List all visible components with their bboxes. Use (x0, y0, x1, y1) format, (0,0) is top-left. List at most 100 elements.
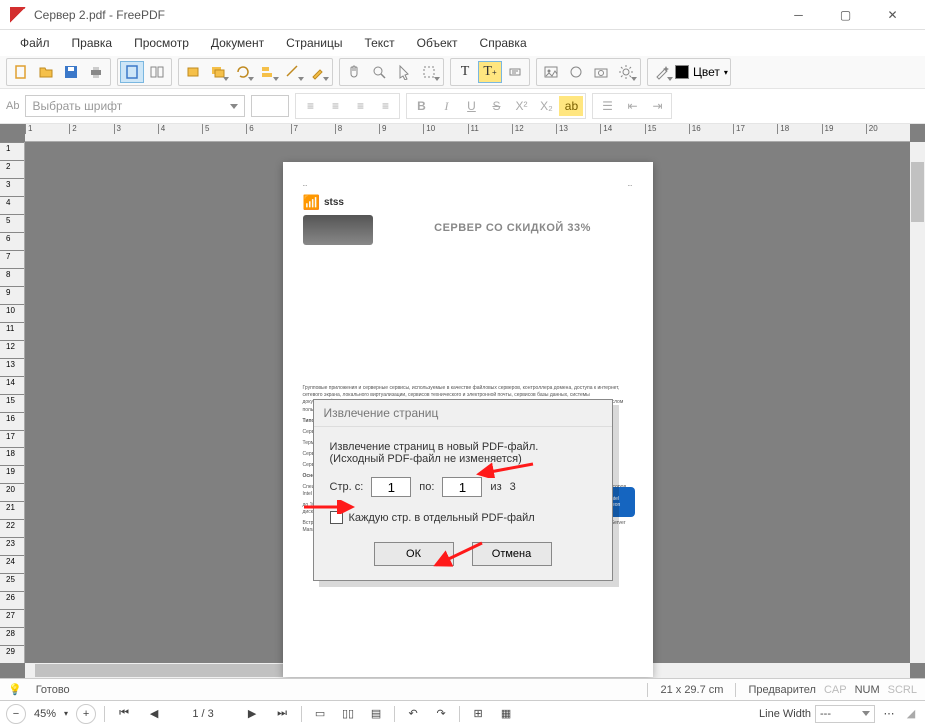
wand-icon[interactable] (650, 61, 674, 83)
underline-button[interactable]: U (459, 96, 483, 116)
print-icon[interactable] (84, 61, 108, 83)
tab-left-icon[interactable]: ⇤ (620, 96, 644, 116)
superscript-button[interactable]: X² (509, 96, 533, 116)
page-indicator[interactable]: 1 / 3 (173, 708, 233, 720)
total-pages: 3 (510, 481, 516, 493)
status-bar: 💡 Готово 21 x 29.7 cm Предварител CAP NU… (0, 678, 925, 700)
font-size-input[interactable] (251, 95, 289, 117)
menu-pages[interactable]: Страницы (276, 32, 352, 54)
bold-button[interactable]: B (409, 96, 433, 116)
status-bulb-icon: 💡 (8, 683, 22, 696)
dialog-line1: Извлечение страниц в новый PDF-файл. (330, 441, 596, 453)
linespace-icon[interactable]: ☰ (595, 96, 619, 116)
object-measure-icon[interactable] (281, 61, 305, 83)
rotate-left-icon[interactable]: ↶ (403, 704, 423, 724)
menu-file[interactable]: Файл (10, 32, 60, 54)
object-color-icon[interactable] (306, 61, 330, 83)
from-label: Стр. с: (330, 481, 364, 493)
zoom-out-button[interactable]: − (6, 704, 26, 724)
dialog-line2: (Исходный PDF-файл не изменяется) (330, 453, 596, 465)
first-page-button[interactable]: ⏮ (113, 704, 135, 724)
view-continuous-icon[interactable]: ▤ (366, 704, 386, 724)
page-brand: stss (324, 197, 344, 208)
resize-grip-icon[interactable]: ◢ (903, 707, 919, 720)
window-title: Сервер 2.pdf - FreePDF (34, 8, 165, 22)
status-preview[interactable]: Предварител (748, 684, 816, 696)
align-justify-icon[interactable]: ≡ (373, 96, 397, 116)
open-icon[interactable] (34, 61, 58, 83)
workspace: 1234567891011121314151617181920 12345678… (0, 124, 925, 678)
text-tool-icon[interactable]: T (453, 61, 477, 83)
tab-right-icon[interactable]: ⇥ (645, 96, 669, 116)
font-placeholder: Выбрать шрифт (32, 99, 122, 113)
linewidth-more-icon[interactable]: ⋯ (879, 704, 899, 724)
linewidth-select[interactable]: --- (815, 705, 875, 723)
menu-document[interactable]: Документ (201, 32, 274, 54)
object-stack-icon[interactable] (206, 61, 230, 83)
align-left-icon[interactable]: ≡ (298, 96, 322, 116)
menu-help[interactable]: Справка (470, 32, 537, 54)
shape-circle-icon[interactable] (564, 61, 588, 83)
zoom-in-button[interactable]: + (76, 704, 96, 724)
status-cap: CAP (824, 684, 847, 696)
color-swatch[interactable] (675, 65, 689, 79)
prev-page-button[interactable]: ◀ (143, 704, 165, 724)
checkbox-label: Каждую стр. в отдельный PDF-файл (349, 512, 535, 524)
annotation-arrow-ok (432, 541, 484, 571)
title-bar: Сервер 2.pdf - FreePDF ─ ▢ ✕ (0, 0, 925, 30)
object-rect-icon[interactable] (181, 61, 205, 83)
pointer-tool-icon[interactable] (392, 61, 416, 83)
close-button[interactable]: ✕ (870, 1, 915, 29)
next-page-button[interactable]: ▶ (241, 704, 263, 724)
hand-tool-icon[interactable] (342, 61, 366, 83)
to-label: по: (419, 481, 434, 493)
object-rotate-icon[interactable] (231, 61, 255, 83)
app-logo-icon (10, 7, 26, 23)
subscript-button[interactable]: X₂ (534, 96, 558, 116)
zoom-value[interactable]: 45% (34, 708, 56, 720)
text-highlight-tool-icon[interactable]: T+ (478, 61, 502, 83)
new-icon[interactable] (9, 61, 33, 83)
snap-icon[interactable]: ⊞ (468, 704, 488, 724)
last-page-button[interactable]: ⏭ (271, 704, 293, 724)
strike-button[interactable]: S (484, 96, 508, 116)
maximize-button[interactable]: ▢ (823, 1, 868, 29)
scrollbar-vertical[interactable] (910, 142, 925, 663)
view-facing-icon[interactable]: ▯▯ (338, 704, 358, 724)
camera-icon[interactable] (589, 61, 613, 83)
ruler-horizontal: 1234567891011121314151617181920 (25, 124, 910, 142)
italic-button[interactable]: I (434, 96, 458, 116)
menu-object[interactable]: Объект (407, 32, 468, 54)
color-label: Цвет (693, 65, 720, 79)
align-right-icon[interactable]: ≡ (348, 96, 372, 116)
highlight-button[interactable]: ab (559, 96, 583, 116)
font-toolbar: Ab Выбрать шрифт ≡ ≡ ≡ ≡ B I U S X² X₂ a… (0, 89, 925, 124)
minimize-button[interactable]: ─ (776, 1, 821, 29)
to-input[interactable] (442, 477, 482, 497)
annotate-tool-icon[interactable] (503, 61, 527, 83)
zoom-tool-icon[interactable] (367, 61, 391, 83)
selection-icon[interactable]: ▦ (496, 704, 516, 724)
ab-icon: Ab (6, 100, 19, 112)
view-single-icon[interactable]: ▭ (310, 704, 330, 724)
save-icon[interactable] (59, 61, 83, 83)
page-heading: СЕРВЕР СО СКИДКОЙ 33% (393, 222, 633, 234)
menu-text[interactable]: Текст (354, 32, 404, 54)
rotate-right-icon[interactable]: ↷ (431, 704, 451, 724)
gear-icon[interactable] (614, 61, 638, 83)
layout-single-icon[interactable] (120, 61, 144, 83)
main-toolbar: T T+ Цвет ▾ (0, 56, 925, 89)
crop-tool-icon[interactable] (417, 61, 441, 83)
align-center-icon[interactable]: ≡ (323, 96, 347, 116)
layout-multi-icon[interactable] (145, 61, 169, 83)
server-image (303, 215, 373, 245)
menu-view[interactable]: Просмотр (124, 32, 199, 54)
menu-edit[interactable]: Правка (62, 32, 123, 54)
object-align-icon[interactable] (256, 61, 280, 83)
bottom-bar: − 45%▾ + ⏮ ◀ 1 / 3 ▶ ⏭ ▭ ▯▯ ▤ ↶ ↷ ⊞ ▦ Li… (0, 700, 925, 726)
image-tool-icon[interactable] (539, 61, 563, 83)
from-input[interactable] (371, 477, 411, 497)
scrollbar-vertical-thumb[interactable] (911, 162, 924, 222)
annotation-arrow-checkbox (302, 500, 358, 514)
font-select[interactable]: Выбрать шрифт (25, 95, 245, 117)
